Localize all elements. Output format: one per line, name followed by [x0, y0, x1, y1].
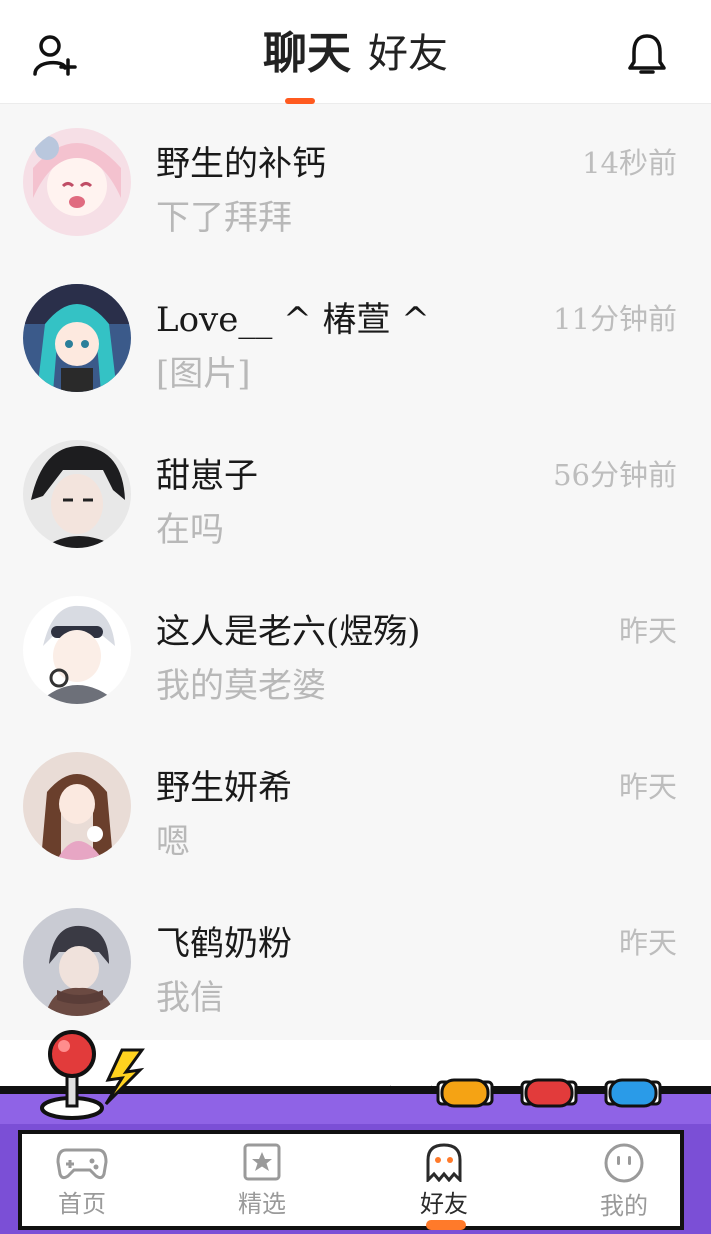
chat-name: 飞鹤奶粉: [156, 924, 292, 964]
chat-preview: [图片]: [156, 354, 251, 394]
chat-time: 11分钟前: [553, 302, 677, 336]
ghost-icon: [426, 1143, 462, 1182]
anime-girl-brown-avatar: [23, 752, 131, 860]
face-icon: [604, 1143, 644, 1183]
joystick-icon: [40, 1030, 104, 1120]
anime-boy-white-hair-avatar: [23, 596, 131, 704]
nav-item-home[interactable]: 首页: [22, 1142, 142, 1232]
anime-girl-pink-avatar: [23, 128, 131, 236]
nav-label: 首页: [58, 1190, 106, 1218]
nav-label: 好友: [420, 1190, 468, 1218]
chat-time: 昨天: [618, 926, 677, 960]
chat-item[interactable]: Love__ ^ 椿萱 ^ [图片] 11分钟前: [0, 260, 711, 416]
arcade-button-blue-icon: [604, 1078, 662, 1108]
chat-item[interactable]: 飞鹤奶粉 我信 昨天: [0, 884, 711, 1040]
chat-preview: 在吗: [156, 510, 224, 550]
chat-name: 野生的补钙: [156, 144, 326, 184]
anime-boy-scarf-avatar: [23, 908, 131, 1016]
chat-name: 甜崽子: [156, 456, 258, 496]
tab-friends[interactable]: 好友: [368, 26, 448, 82]
chat-name: Love__ ^ 椿萱 ^: [156, 300, 430, 340]
chat-name: 野生妍希: [156, 768, 292, 808]
bottom-navigation: 首页 精选 好友 我的: [0, 1020, 711, 1234]
nav-label: 我的: [600, 1192, 648, 1220]
bell-icon[interactable]: [626, 32, 668, 76]
anime-boy-dark-avatar: [23, 440, 131, 548]
chat-preview: 嗯: [156, 822, 190, 862]
chat-preview: 我的莫老婆: [156, 666, 326, 706]
chat-list: 野生的补钙 下了拜拜 14秒前 Love__ ^ 椿萱 ^ [图片] 11分钟前: [0, 104, 711, 1040]
chat-time: 14秒前: [582, 146, 677, 180]
arcade-button-yellow-icon: [436, 1078, 494, 1108]
chat-name: 这人是老六(煜殇): [156, 612, 421, 652]
top-header: 聊天 好友: [0, 0, 711, 104]
chat-time: 昨天: [618, 770, 677, 804]
chat-preview: 下了拜拜: [156, 198, 292, 238]
arcade-button-red-icon: [520, 1078, 578, 1108]
chat-item[interactable]: 甜崽子 在吗 56分钟前: [0, 416, 711, 572]
nav-item-me[interactable]: 我的: [564, 1142, 684, 1232]
star-bookmark-icon: [243, 1143, 281, 1181]
chat-preview: 我信: [156, 978, 224, 1018]
nav-label: 精选: [238, 1190, 286, 1218]
nav-item-featured[interactable]: 精选: [202, 1142, 322, 1232]
chat-time: 昨天: [618, 614, 677, 648]
chat-item[interactable]: 这人是老六(煜殇) 我的莫老婆 昨天: [0, 572, 711, 728]
active-nav-indicator: [426, 1220, 466, 1230]
nav-item-friends[interactable]: 好友: [384, 1142, 504, 1232]
chat-time: 56分钟前: [553, 458, 677, 492]
tab-chat[interactable]: 聊天: [263, 26, 351, 82]
chat-item[interactable]: 野生的补钙 下了拜拜 14秒前: [0, 104, 711, 260]
header-tabs: 聊天 好友: [0, 26, 711, 86]
gamepad-icon: [56, 1148, 108, 1180]
nav-bar: 首页 精选 好友 我的: [18, 1130, 684, 1230]
chat-item[interactable]: 野生妍希 嗯 昨天: [0, 728, 711, 884]
anime-girl-teal-avatar: [23, 284, 131, 392]
